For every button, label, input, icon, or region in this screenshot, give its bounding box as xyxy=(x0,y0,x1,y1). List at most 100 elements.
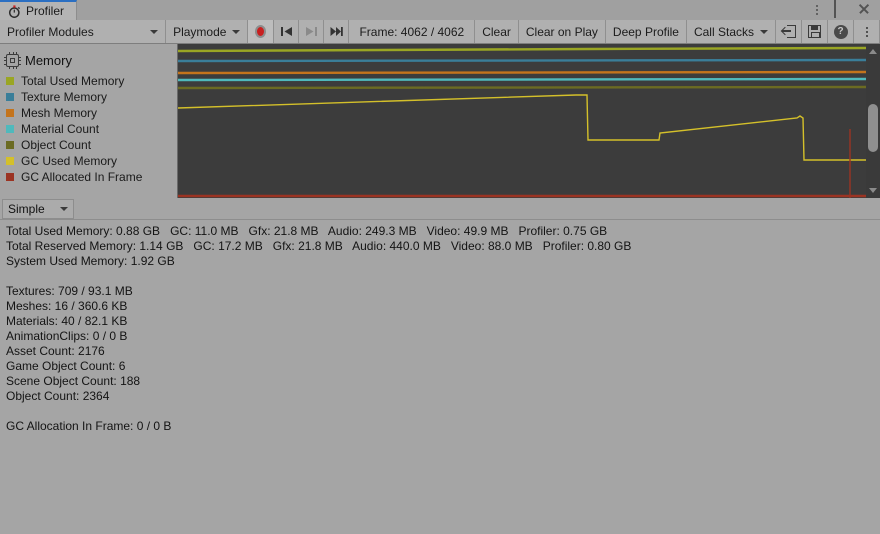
tab-label: Profiler xyxy=(26,4,64,18)
legend-item[interactable]: GC Used Memory xyxy=(6,153,177,169)
memory-legend-pane: Memory Total Used Memory Texture Memory Me… xyxy=(0,44,178,198)
memory-graph[interactable] xyxy=(178,44,866,198)
legend-item[interactable]: Texture Memory xyxy=(6,89,177,105)
profiler-modules-dropdown[interactable]: Profiler Modules xyxy=(0,20,166,43)
deep-profile-button[interactable]: Deep Profile xyxy=(606,20,687,43)
stats-line: AnimationClips: 0 / 0 B xyxy=(6,329,880,344)
stats-line: Total Used Memory: 0.88 GB GC: 11.0 MB G… xyxy=(6,224,880,239)
legend-item-label: Texture Memory xyxy=(21,90,107,104)
legend-item-label: Material Count xyxy=(21,122,99,136)
graph-series-line xyxy=(178,79,866,80)
record-button[interactable] xyxy=(248,20,274,43)
tab-profiler[interactable]: Profiler xyxy=(0,0,77,20)
stats-line: Scene Object Count: 188 xyxy=(6,374,880,389)
memory-chip-icon xyxy=(6,54,19,67)
stats-line: Total Reserved Memory: 1.14 GB GC: 17.2 … xyxy=(6,239,880,254)
call-stacks-dropdown[interactable]: Call Stacks xyxy=(687,20,776,43)
graph-series-line xyxy=(178,48,866,51)
legend-swatch-icon xyxy=(6,173,14,181)
help-button[interactable]: ? xyxy=(828,20,854,43)
legend-swatch-icon xyxy=(6,93,14,101)
graph-vertical-scrollbar[interactable] xyxy=(866,44,880,198)
legend-list: Total Used Memory Texture Memory Mesh Memo… xyxy=(6,73,177,185)
chevron-down-icon xyxy=(232,30,240,34)
chevron-down-icon xyxy=(150,30,158,34)
window-controls xyxy=(810,0,880,20)
clear-on-play-button[interactable]: Clear on Play xyxy=(519,20,606,43)
legend-swatch-icon xyxy=(6,157,14,165)
profiler-modules-label: Profiler Modules xyxy=(7,25,94,39)
playmode-label: Playmode xyxy=(173,25,226,39)
scroll-down-icon[interactable] xyxy=(869,188,877,193)
stats-line: Game Object Count: 6 xyxy=(6,359,880,374)
last-frame-icon xyxy=(330,26,343,37)
frame-counter-label: Frame: 4062 / 4062 xyxy=(359,25,464,39)
vertical-dots-icon[interactable] xyxy=(810,3,824,17)
legend-swatch-icon xyxy=(6,77,14,85)
legend-item[interactable]: Mesh Memory xyxy=(6,105,177,121)
close-icon[interactable] xyxy=(858,3,872,17)
deep-profile-label: Deep Profile xyxy=(613,25,679,39)
stats-line: Textures: 709 / 93.1 MB xyxy=(6,284,880,299)
legend-item-label: Mesh Memory xyxy=(21,106,97,120)
legend-item[interactable]: Material Count xyxy=(6,121,177,137)
legend-item-label: GC Allocated In Frame xyxy=(21,170,142,184)
last-frame-button[interactable] xyxy=(324,20,349,43)
scroll-up-icon[interactable] xyxy=(869,49,877,54)
stats-gap xyxy=(6,269,880,284)
legend-swatch-icon xyxy=(6,125,14,133)
memory-graph-svg xyxy=(178,44,866,198)
import-button[interactable] xyxy=(776,20,802,43)
legend-item-label: Total Used Memory xyxy=(21,74,124,88)
next-frame-button[interactable] xyxy=(299,20,324,43)
legend-swatch-icon xyxy=(6,109,14,117)
memory-module-row: Memory Total Used Memory Texture Memory Me… xyxy=(0,44,880,198)
toolbar-right-group: ? xyxy=(776,20,880,43)
view-mode-label: Simple xyxy=(8,202,45,216)
module-title: Memory xyxy=(25,53,72,68)
record-icon xyxy=(255,25,266,38)
memory-stats-panel: Total Used Memory: 0.88 GB GC: 11.0 MB G… xyxy=(0,220,880,534)
legend-item-label: Object Count xyxy=(21,138,91,152)
legend-item-label: GC Used Memory xyxy=(21,154,117,168)
save-button[interactable] xyxy=(802,20,828,43)
view-mode-dropdown[interactable]: Simple xyxy=(2,199,74,219)
vertical-dots-icon xyxy=(866,25,868,39)
clear-on-play-label: Clear on Play xyxy=(526,25,598,39)
profiler-window: Profiler Profiler Modules Playmode xyxy=(0,0,880,534)
legend-item[interactable]: Object Count xyxy=(6,137,177,153)
legend-item[interactable]: GC Allocated In Frame xyxy=(6,169,177,185)
tab-bar-spacer xyxy=(77,0,810,20)
next-frame-icon xyxy=(305,26,318,37)
stopwatch-icon xyxy=(8,5,21,18)
graph-series-line xyxy=(178,72,866,73)
stats-lines: Total Used Memory: 0.88 GB GC: 11.0 MB G… xyxy=(6,224,880,434)
help-icon: ? xyxy=(834,25,848,39)
maximize-icon[interactable] xyxy=(834,3,848,17)
stats-line: Asset Count: 2176 xyxy=(6,344,880,359)
first-frame-button[interactable] xyxy=(274,20,299,43)
first-frame-icon xyxy=(280,26,293,37)
stats-gap xyxy=(6,404,880,419)
clear-button[interactable]: Clear xyxy=(475,20,519,43)
legend-swatch-icon xyxy=(6,141,14,149)
playmode-dropdown[interactable]: Playmode xyxy=(166,20,248,43)
legend-item[interactable]: Total Used Memory xyxy=(6,73,177,89)
graph-series-line xyxy=(178,95,866,160)
graph-series-line xyxy=(178,87,866,88)
import-icon xyxy=(782,25,796,38)
stats-line: Materials: 40 / 82.1 KB xyxy=(6,314,880,329)
chevron-down-icon xyxy=(760,30,768,34)
scrollbar-thumb[interactable] xyxy=(868,104,878,152)
call-stacks-label: Call Stacks xyxy=(694,25,754,39)
chevron-down-icon xyxy=(60,207,68,211)
view-mode-row: Simple xyxy=(0,198,880,220)
stats-line: Object Count: 2364 xyxy=(6,389,880,404)
window-tab-bar: Profiler xyxy=(0,0,880,20)
toolbar-overflow-button[interactable] xyxy=(854,20,880,43)
clear-label: Clear xyxy=(482,25,511,39)
graph-series-line xyxy=(178,60,866,61)
frame-counter: Frame: 4062 / 4062 xyxy=(349,20,475,43)
save-icon xyxy=(808,25,821,38)
stats-line: GC Allocation In Frame: 0 / 0 B xyxy=(6,419,880,434)
